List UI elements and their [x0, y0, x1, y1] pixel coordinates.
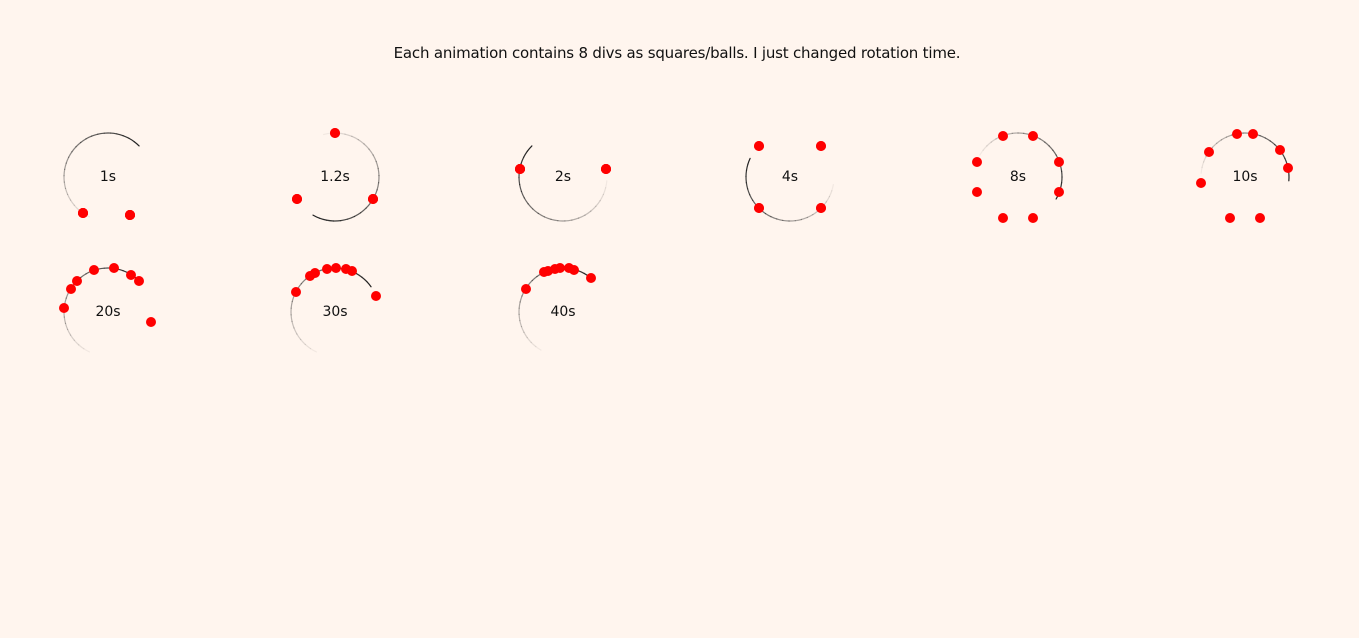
- ball: [1204, 146, 1214, 157]
- ball: [71, 275, 82, 286]
- ball: [816, 140, 827, 151]
- ball: [134, 275, 145, 286]
- ball: [1247, 128, 1258, 139]
- spinner-40s: 40s: [517, 263, 609, 358]
- ball: [998, 130, 1008, 141]
- spinner-10s: 10s: [1196, 128, 1293, 224]
- ball: [77, 208, 88, 218]
- spinner-label: 8s: [1009, 169, 1027, 185]
- ball: [330, 128, 340, 138]
- ball: [753, 203, 764, 214]
- spinner-30s: 30s: [289, 263, 381, 358]
- ball: [291, 194, 302, 204]
- ball: [310, 267, 320, 278]
- ball: [971, 187, 982, 197]
- spinner-label: 1s: [99, 169, 117, 185]
- spinner-label: 1.2s: [320, 169, 350, 185]
- ball: [1028, 130, 1038, 141]
- ball: [569, 264, 580, 275]
- spinner-label: 30s: [322, 304, 348, 320]
- ball: [1283, 162, 1293, 173]
- spinner-1-2s: 1.2s: [289, 128, 381, 223]
- ball: [330, 263, 341, 273]
- spinner-1s: 1s: [62, 131, 154, 223]
- ball: [753, 140, 764, 151]
- spinner-4s: 4s: [744, 131, 836, 223]
- ball: [145, 316, 156, 327]
- ball: [971, 157, 982, 167]
- ball: [1274, 144, 1285, 155]
- ball: [520, 283, 531, 294]
- spinner-8s: 8s: [971, 130, 1065, 224]
- ball: [601, 164, 612, 175]
- intro-text: Each animation contains 8 divs as square…: [393, 44, 961, 62]
- spinner-2s: 2s: [514, 131, 612, 223]
- ball: [370, 290, 381, 301]
- ball: [290, 287, 301, 297]
- spinner-20s: 20s: [59, 263, 156, 358]
- ball: [346, 266, 357, 277]
- spinner-label: 2s: [554, 169, 572, 185]
